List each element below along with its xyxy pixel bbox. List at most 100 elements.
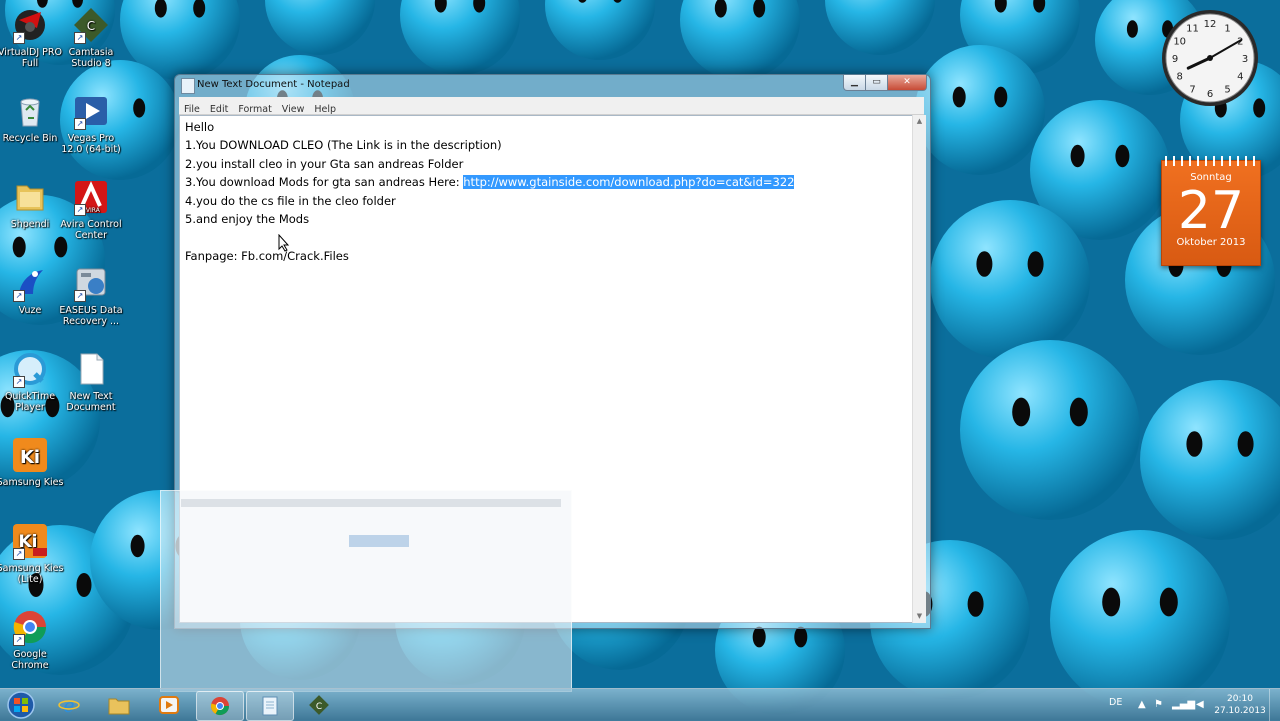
folder-icon — [11, 178, 49, 216]
taskbar-clock[interactable]: 20:10 27.10.2013 — [1210, 693, 1270, 717]
clock-number: 9 — [1172, 54, 1178, 65]
wallpaper-eye — [76, 573, 92, 597]
taskbar-item-camtasia[interactable]: C — [296, 691, 342, 719]
clock-number: 3 — [1242, 54, 1248, 65]
vuze-icon: ↗ — [11, 264, 49, 302]
clock-date: 27.10.2013 — [1214, 706, 1266, 716]
text-line: 3.You download Mods for gta san andreas … — [185, 173, 795, 191]
desktop-icon-label: QuickTime Player — [4, 391, 56, 413]
clock-number: 8 — [1177, 72, 1183, 83]
wallpaper-eye — [1237, 431, 1254, 457]
wallpaper-eye — [1126, 20, 1138, 38]
samsung-kies-lite-icon: Ki ↗ — [11, 522, 49, 560]
desktop-icon-label: Camtasia Studio 8 — [68, 47, 114, 69]
recycle-bin-icon — [11, 92, 49, 130]
wallpaper-eye — [794, 626, 808, 648]
desktop-icon-vegas-pro[interactable]: ↗ Vegas Pro 12.0 (64-bit) — [56, 92, 126, 155]
desktop-icon-samsung-kies-lite[interactable]: Ki ↗ Samsung Kies (Lite) — [0, 522, 65, 585]
taskbar-item-internet-explorer[interactable]: e — [46, 691, 92, 719]
minimize-button[interactable]: ▁ — [843, 75, 866, 91]
network-icon[interactable]: ▂▄▆ — [1172, 699, 1195, 710]
text-line: Hello — [185, 120, 215, 134]
window-title: New Text Document - Notepad — [197, 79, 350, 90]
maximize-button[interactable]: ▭ — [865, 75, 888, 91]
menu-view[interactable]: View — [277, 101, 310, 116]
minimize-icon: ▁ — [851, 77, 858, 87]
desktop-icon-label: New Text Document — [66, 391, 116, 413]
system-tray: DE ▲ ⚑ ▂▄▆ ◀ 20:10 27.10.2013 — [1100, 689, 1280, 721]
menu-format[interactable]: Format — [233, 101, 276, 116]
taskbar-item-media-player[interactable] — [146, 691, 192, 719]
vegas-pro-icon: ↗ — [72, 92, 110, 130]
title-bar[interactable]: New Text Document - Notepad ▁ ▭ ✕ — [175, 75, 930, 95]
vertical-scrollbar[interactable]: ▲ ▼ — [912, 115, 926, 623]
taskbar-item-file-explorer[interactable] — [96, 691, 142, 719]
scroll-up-icon[interactable]: ▲ — [913, 115, 926, 128]
desktop-icon-new-text-document[interactable]: New Text Document — [56, 350, 126, 413]
calendar-gadget[interactable]: Sonntag 27 Oktober 2013 — [1161, 156, 1261, 266]
wallpaper-eye — [976, 251, 993, 277]
desktop-icon-label: Vuze — [18, 305, 42, 316]
avira-icon: AVIRA ↗ — [72, 178, 110, 216]
clock-number: 4 — [1237, 72, 1243, 83]
file-explorer-icon — [108, 698, 130, 715]
desktop-icon-label: VirtualDJ PRO Full — [0, 47, 62, 69]
clock-gadget[interactable]: 1234567891011 12 — [1160, 8, 1260, 108]
maximize-icon: ▭ — [872, 77, 881, 87]
wallpaper-eye — [994, 86, 1008, 108]
language-indicator[interactable]: DE — [1109, 697, 1122, 708]
desktop-icon-easeus[interactable]: ↗ EASEUS Data Recovery ... — [56, 264, 126, 327]
wallpaper-eye — [12, 236, 26, 258]
desktop-icon-label: Google Chrome — [11, 649, 49, 671]
taskbar-item-notepad[interactable] — [246, 691, 294, 721]
wallpaper-smiley — [930, 200, 1090, 360]
close-icon: ✕ — [903, 77, 911, 87]
scroll-down-icon[interactable]: ▼ — [913, 610, 926, 623]
menu-help[interactable]: Help — [309, 101, 341, 116]
desktop-icon-samsung-kies[interactable]: Ki Samsung Kies — [0, 436, 65, 488]
wallpaper-smiley — [1050, 530, 1230, 710]
calendar-month: Oktober 2013 — [1176, 237, 1246, 248]
desktop-icon-google-chrome[interactable]: ↗ Google Chrome — [0, 608, 65, 671]
calendar-day: 27 — [1177, 181, 1245, 241]
volume-icon[interactable]: ◀ — [1196, 699, 1204, 710]
camtasia-icon: C ↗ — [72, 6, 110, 44]
notepad-window[interactable]: New Text Document - Notepad ▁ ▭ ✕ File Ed… — [174, 74, 931, 629]
text-line: 2.you install cleo in your Gta san andre… — [185, 156, 464, 171]
show-hidden-icons-icon[interactable]: ▲ — [1138, 699, 1146, 710]
desktop-icon-label: EASEUS Data Recovery ... — [59, 305, 123, 327]
text-editor-area[interactable]: Hello 1.You DOWNLOAD CLEO (The Link is in… — [179, 115, 913, 623]
chrome-icon: ↗ — [11, 608, 49, 646]
desktop-icon-camtasia[interactable]: C ↗ Camtasia Studio 8 — [56, 6, 126, 69]
camtasia-icon: C — [309, 695, 329, 715]
clock-number: 11 — [1186, 24, 1199, 35]
taskbar-item-chrome[interactable] — [196, 691, 244, 721]
clock-time: 20:10 — [1227, 694, 1253, 704]
svg-text:Ki: Ki — [20, 447, 40, 468]
clock-number: 12 — [1204, 19, 1217, 30]
text-line: 4.you do the cs file in the cleo folder — [185, 193, 396, 208]
mouse-cursor-icon — [278, 234, 290, 252]
menu-edit[interactable]: Edit — [205, 101, 233, 116]
menu-file[interactable]: File — [179, 101, 205, 116]
menu-bar: File Edit Format View Help — [179, 97, 924, 115]
desktop-icon-avira[interactable]: AVIRA ↗ Avira Control Center — [56, 178, 126, 241]
selected-link-text: http://www.gtainside.com/download.php?do… — [463, 175, 795, 190]
wallpaper-eye — [752, 626, 766, 648]
close-button[interactable]: ✕ — [887, 75, 927, 91]
desktop-icon-label: Vegas Pro 12.0 (64-bit) — [61, 133, 121, 155]
desktop-icon-label: Samsung Kies — [0, 477, 64, 488]
show-desktop-button[interactable] — [1269, 689, 1280, 721]
desktop-icon-label: Shpendi — [10, 219, 50, 230]
flag-icon[interactable]: ⚑ — [1154, 699, 1163, 710]
text-document-icon — [72, 350, 110, 388]
document-text: Hello 1.You DOWNLOAD CLEO (The Link is in… — [185, 118, 795, 265]
desktop-icon-label: Samsung Kies (Lite) — [0, 563, 64, 585]
notepad-icon — [181, 78, 195, 94]
wallpaper-smiley — [915, 45, 1045, 175]
wallpaper-eye — [1115, 144, 1130, 168]
clock-number: 7 — [1189, 84, 1195, 95]
start-button[interactable] — [3, 690, 39, 720]
calendar-rings — [1162, 156, 1260, 166]
svg-text:C: C — [316, 702, 322, 712]
